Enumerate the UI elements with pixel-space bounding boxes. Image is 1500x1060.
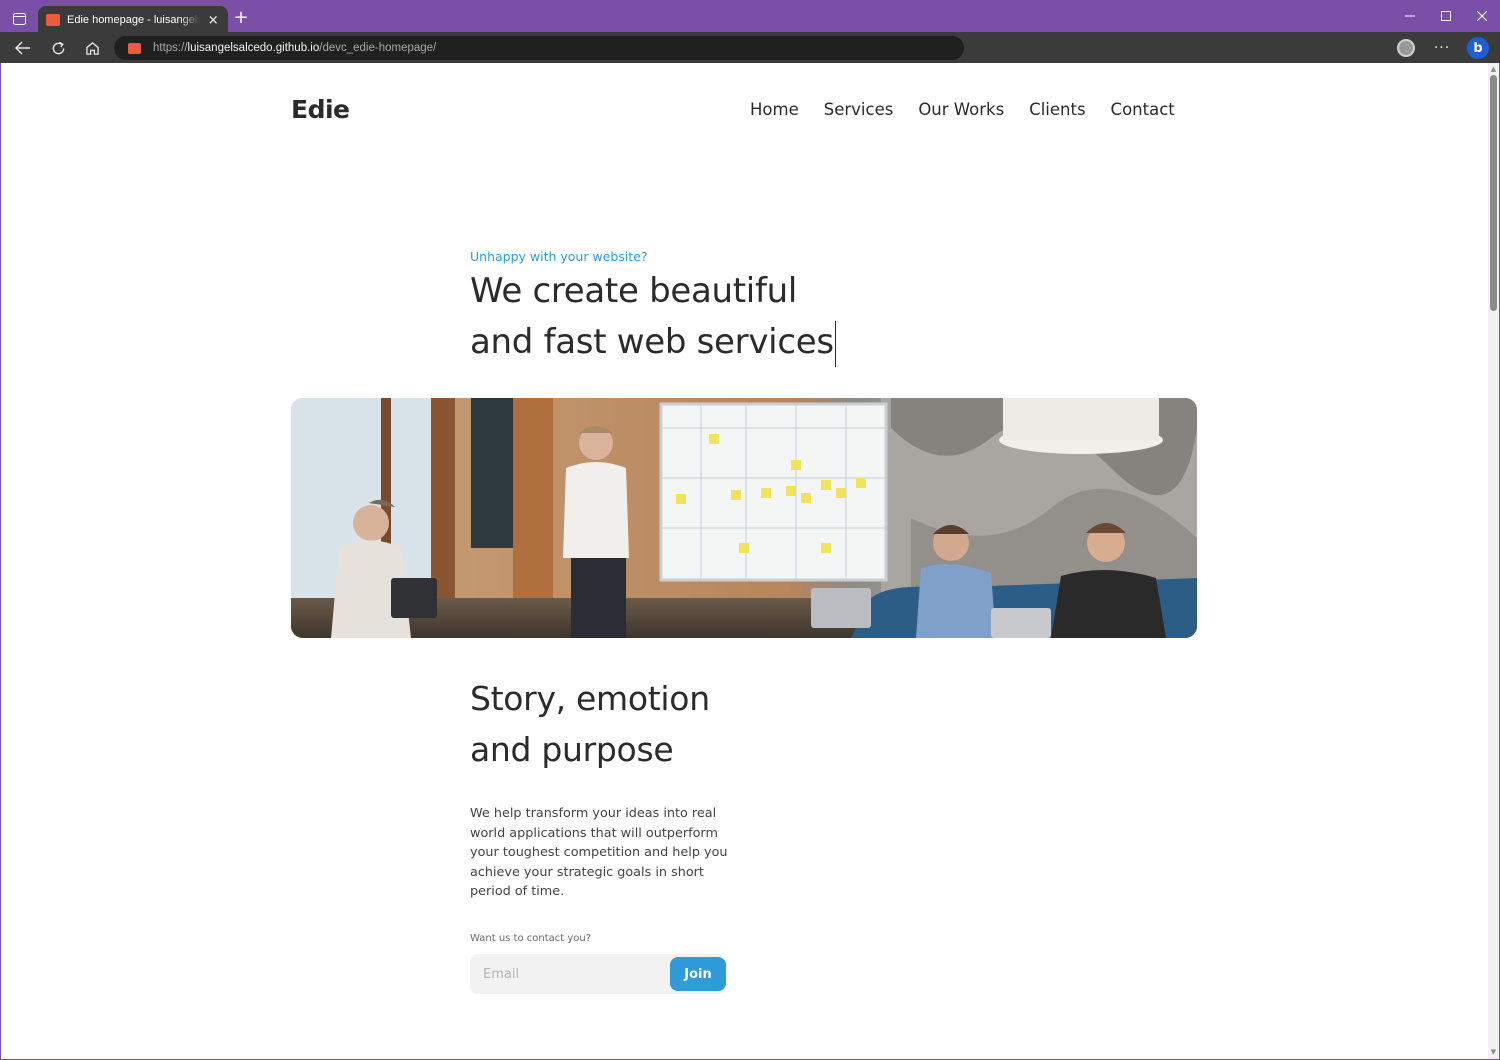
section-title-line-2: and purpose — [470, 730, 674, 769]
typing-caret — [834, 320, 836, 367]
avatar-icon — [1397, 39, 1415, 57]
signup-form: Join — [470, 954, 726, 994]
nav-clients[interactable]: Clients — [1029, 100, 1085, 119]
browser-toolbar: https://luisangelsalcedo.github.io/devc_… — [0, 32, 1500, 63]
tab-actions-icon[interactable] — [8, 9, 30, 29]
title-bar: Edie homepage - luisangelsalcedo × + — [0, 0, 1500, 34]
nav-our-works[interactable]: Our Works — [918, 100, 1004, 119]
home-icon[interactable] — [80, 36, 104, 60]
contact-label: Want us to contact you? — [470, 933, 592, 944]
window-controls — [1392, 0, 1500, 32]
address-bar[interactable]: https://luisangelsalcedo.github.io/devc_… — [114, 36, 964, 60]
more-options-icon[interactable]: ··· — [1430, 36, 1454, 60]
main-nav: Home Services Our Works Clients Contact — [750, 100, 1175, 119]
url-host: luisangelsalcedo.github.io — [187, 42, 320, 54]
copilot-icon: b — [1467, 37, 1489, 59]
site-favicon-icon — [128, 42, 141, 54]
close-tab-icon[interactable]: × — [206, 13, 220, 28]
profile-avatar[interactable] — [1394, 36, 1418, 60]
nav-home[interactable]: Home — [750, 100, 799, 119]
scroll-down-icon[interactable]: ▼ — [1490, 1049, 1497, 1056]
new-tab-button[interactable]: + — [232, 9, 250, 27]
back-arrow-icon[interactable] — [11, 36, 35, 60]
section-title: Story, emotion and purpose — [470, 673, 710, 775]
scroll-up-icon[interactable]: ▲ — [1490, 66, 1497, 73]
section-title-line-1: Story, emotion — [470, 679, 710, 718]
site-logo[interactable]: Edie — [291, 95, 350, 124]
close-window-icon[interactable] — [1464, 0, 1500, 32]
email-field[interactable] — [470, 954, 668, 994]
hero-title-line-2-text: and fast web services — [470, 322, 834, 362]
hero-title-line-2: and fast web services — [470, 317, 836, 368]
browser-tab[interactable]: Edie homepage - luisangelsalcedo × — [38, 6, 228, 34]
join-button[interactable]: Join — [670, 957, 726, 991]
page-scrollbar[interactable]: ▲ ▼ — [1488, 63, 1499, 1059]
url-path: /devc_edie-homepage/ — [319, 42, 437, 54]
section-body: We help transform your ideas into real w… — [470, 806, 728, 899]
maximize-icon[interactable] — [1428, 0, 1464, 32]
url-text: https://luisangelsalcedo.github.io/devc_… — [153, 42, 436, 54]
hero-team-photo — [291, 398, 1197, 638]
scroll-thumb[interactable] — [1490, 75, 1497, 311]
minimize-icon[interactable] — [1392, 0, 1428, 32]
refresh-icon[interactable] — [46, 36, 70, 60]
url-scheme: https:// — [153, 42, 188, 54]
hero-eyebrow: Unhappy with your website? — [470, 249, 648, 264]
tab-title: Edie homepage - luisangelsalcedo — [67, 14, 201, 26]
hero-title-line-1: We create beautiful — [470, 271, 798, 311]
page-viewport: Edie Home Services Our Works Clients Con… — [1, 63, 1488, 1059]
nav-contact[interactable]: Contact — [1111, 100, 1175, 119]
nav-services[interactable]: Services — [824, 100, 894, 119]
copilot-button[interactable]: b — [1466, 36, 1490, 60]
hero-title: We create beautiful and fast web service… — [470, 266, 836, 368]
site-favicon-icon — [46, 14, 60, 26]
